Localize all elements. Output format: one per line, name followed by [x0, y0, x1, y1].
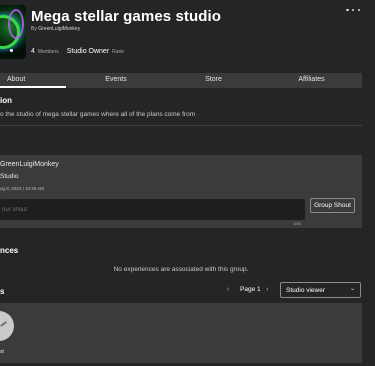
group-title: Mega stellar games studio — [31, 8, 222, 25]
owner-by-label: By — [31, 26, 37, 32]
owner-link[interactable]: GreenLuigiMonkey — [38, 26, 80, 32]
members-panel — [0, 303, 362, 363]
rank-label: Rank — [112, 49, 124, 55]
tab-store[interactable]: Store — [166, 73, 261, 88]
shout-input[interactable] — [0, 199, 305, 220]
group-shout-button[interactable]: Group Shout — [310, 198, 355, 213]
shout-date: ug 8, 2024 | 10:30 AM — [0, 186, 44, 191]
member-name[interactable]: st — [0, 349, 4, 355]
more-options-icon[interactable] — [346, 6, 360, 14]
tab-events[interactable]: Events — [66, 73, 166, 88]
tab-affiliates[interactable]: Affiliates — [261, 73, 362, 88]
experiences-empty-message: No experiences are associated with this … — [113, 266, 249, 273]
group-tabs: About Events Store Affiliates — [0, 73, 362, 88]
members-count: 4 — [31, 48, 35, 55]
rank-value: Studio Owner — [66, 48, 110, 55]
role-filter-value: Studio viewer — [286, 286, 326, 294]
group-description: o the studio of mega stellar games where… — [0, 111, 196, 118]
page-indicator: Page 1 — [240, 286, 261, 293]
divider — [0, 125, 362, 126]
role-filter-select[interactable]: Studio viewer ⌄ — [280, 282, 361, 298]
chevron-left-icon[interactable]: ‹ — [227, 286, 229, 293]
chevron-down-icon: ⌄ — [349, 286, 355, 292]
shout-author[interactable]: GreenLuigiMonkey — [0, 161, 59, 168]
shout-author-role: Studio — [0, 173, 19, 180]
group-emblem — [0, 5, 26, 59]
tab-about[interactable]: About — [0, 73, 66, 88]
experiences-heading: nces — [0, 246, 19, 255]
members-label: Members — [37, 49, 59, 55]
group-owner-line: By GreenLuigiMonkey — [31, 26, 80, 32]
chevron-right-icon[interactable]: › — [266, 286, 268, 293]
members-heading: s — [0, 287, 5, 296]
description-heading: ion — [0, 96, 12, 105]
group-stats: 4 Members Studio Owner Rank — [31, 48, 132, 55]
shout-char-count: /255 — [293, 221, 301, 226]
